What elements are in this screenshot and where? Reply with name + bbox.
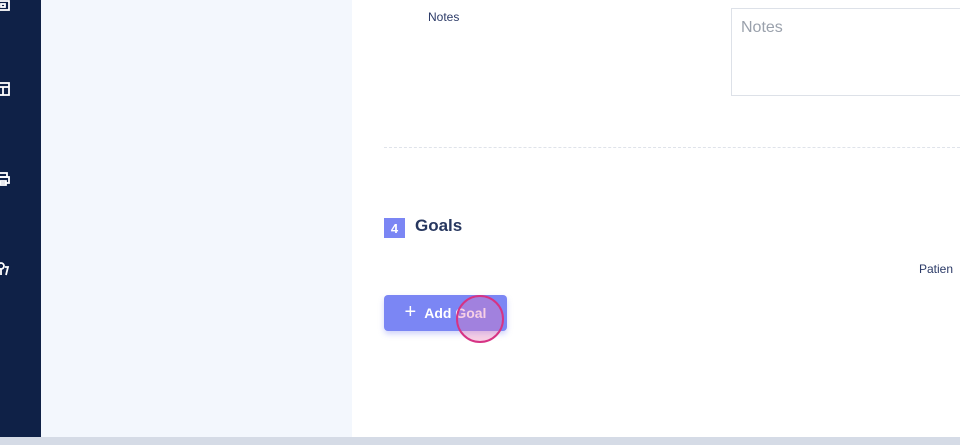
notes-label: Notes — [428, 10, 460, 24]
calendar-list-icon[interactable] — [0, 82, 10, 96]
add-goal-label: Add Goal — [424, 305, 487, 321]
calendar-icon[interactable] — [0, 0, 10, 14]
printer-icon[interactable] — [0, 172, 10, 186]
plus-icon: + — [404, 301, 417, 323]
goals-section-title: Goals — [415, 216, 463, 235]
patient-label: Patien — [919, 262, 954, 276]
add-goal-button[interactable]: + Add Goal — [384, 295, 507, 331]
side-panel — [41, 0, 352, 437]
bottom-bar — [0, 437, 960, 445]
notes-field[interactable] — [731, 8, 960, 96]
main-content: Notes 4 Goals Patien + Add Goal — [352, 0, 960, 437]
nav-rail — [0, 0, 41, 437]
stethoscope-icon[interactable] — [0, 262, 10, 276]
step-number-badge: 4 — [384, 218, 405, 238]
section-divider — [384, 147, 960, 148]
